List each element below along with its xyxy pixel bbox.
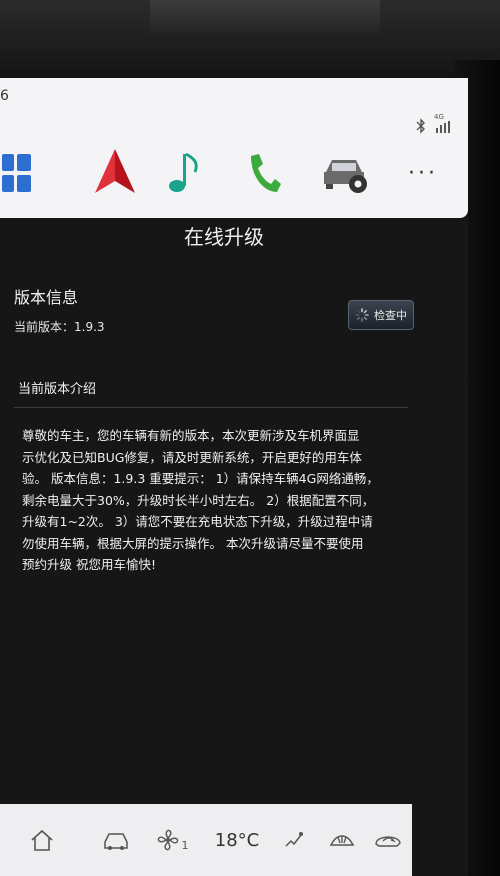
- version-info-heading: 版本信息: [14, 288, 79, 307]
- climate-bar: 1 18°C: [0, 804, 412, 876]
- current-version-text: 当前版本：1.9.3: [14, 320, 105, 334]
- navigation-arrow-icon: [95, 149, 135, 193]
- release-notes-line: 示优化及已知BUG修复，请及时更新系统，开启更好的用车体: [22, 449, 362, 465]
- phone-icon: [251, 154, 281, 192]
- defrost-icon: [329, 835, 355, 846]
- intro-heading: 当前版本介绍: [18, 382, 97, 397]
- check-update-button[interactable]: 检查中: [348, 300, 414, 330]
- release-notes-line: 验。 版本信息：1.9.3 重要提示： 1）请保持车辆4G网络通畅，: [22, 471, 379, 486]
- check-button-label: 检查中: [374, 309, 407, 322]
- edge-clock-fragment: 6: [0, 88, 9, 104]
- car-gear-icon: [324, 160, 367, 193]
- release-notes-line: 剩余电量大于30%，升级时长半小时左右。 2）根据配置不同，: [22, 492, 375, 508]
- release-notes-line: 预约升级 祝您用车愉快!: [22, 557, 156, 572]
- status-indicators: 4G: [416, 113, 454, 134]
- music-note-icon: [169, 152, 198, 192]
- temperature-control[interactable]: 18°C: [208, 820, 266, 860]
- section-divider: [14, 407, 408, 408]
- page-title: 在线升级: [184, 225, 264, 249]
- grid-icon: [2, 154, 31, 192]
- recirculation-icon: [375, 836, 401, 847]
- recirculation-button[interactable]: [368, 820, 408, 860]
- release-notes-line: 尊敬的车主，您的车辆有新的版本，本次更新涉及车机界面显: [22, 428, 360, 443]
- signal-bars-icon: [436, 121, 450, 133]
- airflow-icon: [285, 832, 303, 847]
- nav-apps[interactable]: [0, 133, 40, 213]
- release-notes-line: 升级有1~2次。 3）请您不要在充电状态下升级，升级过程中请: [22, 514, 373, 529]
- fan-icon: [157, 829, 178, 851]
- nav-navigation[interactable]: [80, 133, 150, 213]
- nav-phone[interactable]: [238, 133, 288, 213]
- airflow-button[interactable]: [278, 820, 310, 860]
- fan-button[interactable]: 1: [150, 820, 194, 860]
- home-button[interactable]: [24, 820, 60, 860]
- car-button[interactable]: [96, 820, 136, 860]
- release-notes-line: 勿使用车辆，根据大屏的提示操作。 本次升级请尽量不要使用: [22, 535, 364, 551]
- bluetooth-icon: [416, 118, 425, 134]
- nav-music[interactable]: [160, 133, 210, 213]
- temperature-value: 18°C: [214, 829, 260, 851]
- fan-level: 1: [181, 838, 189, 852]
- device-bezel-top: [0, 0, 500, 78]
- release-notes: 尊敬的车主，您的车辆有新的版本，本次更新涉及车机界面显 示优化及已知BUG修复，…: [22, 425, 406, 576]
- top-nav-bar: 6 4G ···: [0, 78, 468, 218]
- home-icon: [31, 829, 53, 851]
- glare-reflection: [150, 0, 380, 36]
- loading-spinner-icon: [355, 308, 369, 322]
- app-shortcuts: ···: [0, 133, 468, 213]
- nav-more[interactable]: ···: [398, 133, 448, 213]
- head-unit-screen: 6 4G ··· 在线升级 版本信息 当前版本：1.9.3 检查中 当前版本介绍…: [0, 78, 468, 876]
- more-icon: ···: [408, 160, 438, 186]
- signal-strength: 4G: [434, 113, 454, 134]
- front-defrost-button[interactable]: [324, 820, 360, 860]
- car-icon: [104, 833, 128, 850]
- nav-vehicle-settings[interactable]: [315, 133, 377, 213]
